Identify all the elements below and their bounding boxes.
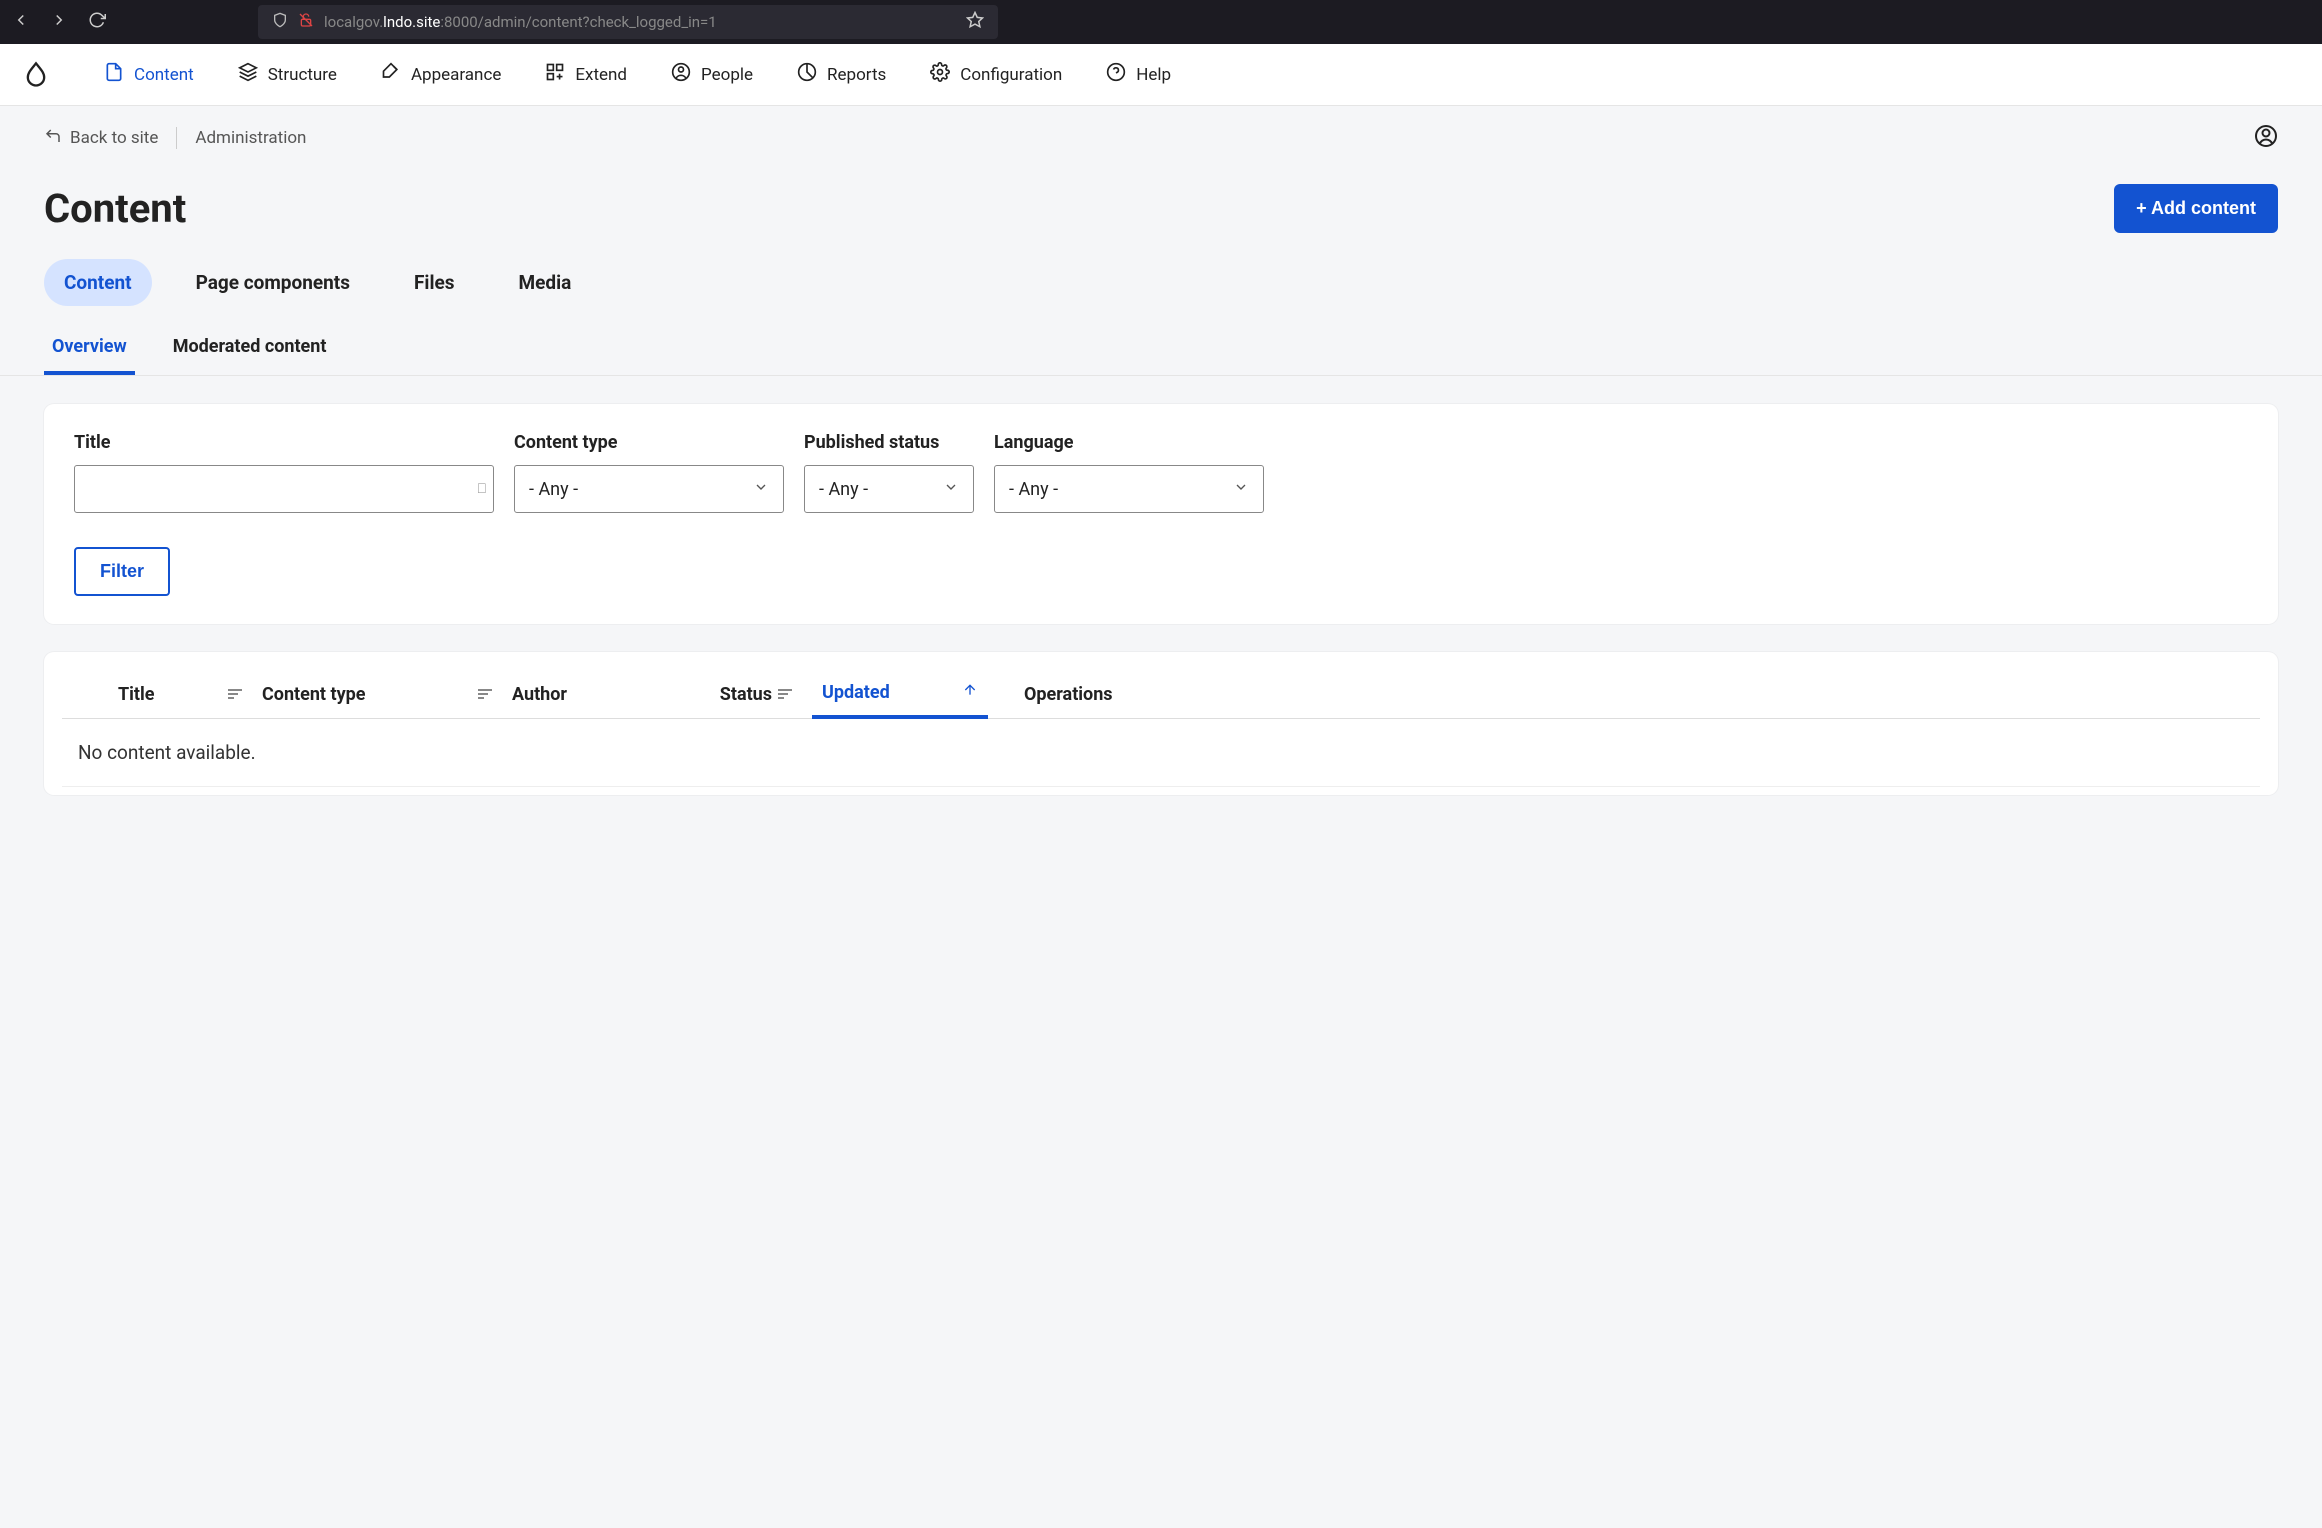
arrow-up-icon [962, 682, 978, 703]
filter-title-input[interactable] [74, 465, 494, 513]
sort-icon [778, 689, 792, 699]
content-table-card: Title Content type Author Status Updated… [44, 652, 2278, 795]
sort-icon [478, 689, 492, 699]
th-author[interactable]: Author [512, 682, 662, 706]
nav-reports[interactable]: Reports [797, 62, 886, 87]
breadcrumb-administration[interactable]: Administration [195, 128, 306, 148]
brush-icon [381, 62, 401, 87]
nav-structure-label: Structure [268, 65, 337, 85]
back-icon[interactable] [12, 11, 30, 33]
nav-structure[interactable]: Structure [238, 62, 337, 87]
th-updated[interactable]: Updated [812, 682, 988, 719]
pie-chart-icon [797, 62, 817, 87]
chevron-down-icon [943, 479, 959, 500]
nav-help[interactable]: Help [1106, 62, 1171, 87]
layers-icon [238, 62, 258, 87]
th-type-label: Content type [262, 684, 366, 705]
back-to-site-label: Back to site [70, 128, 158, 148]
lock-slash-icon [298, 12, 314, 32]
filter-language-label: Language [994, 432, 1264, 453]
page-title: Content [44, 185, 186, 232]
th-operations: Operations [988, 682, 1168, 706]
browser-nav-buttons [12, 11, 106, 33]
help-icon [1106, 62, 1126, 87]
admin-toolbar: Content Structure Appearance Extend Peop… [0, 44, 2322, 106]
filter-button[interactable]: Filter [74, 547, 170, 596]
url-bar[interactable]: localgov.lndo.site:8000/admin/content?ch… [258, 5, 998, 39]
back-to-site-link[interactable]: Back to site [44, 127, 158, 150]
nav-people-label: People [701, 65, 753, 85]
th-title-label: Title [118, 684, 155, 705]
input-handle-icon: ⎕ [478, 481, 486, 497]
page-header: Content + Add content [0, 170, 2322, 251]
filter-status: Published status - Any - [804, 432, 974, 513]
admin-nav: Content Structure Appearance Extend Peop… [104, 62, 1171, 87]
breadcrumb-divider [176, 127, 177, 149]
th-status-label: Status [720, 684, 772, 705]
add-content-button[interactable]: + Add content [2114, 184, 2278, 233]
sort-icon [228, 689, 242, 699]
nav-appearance[interactable]: Appearance [381, 62, 501, 87]
nav-configuration[interactable]: Configuration [930, 62, 1062, 87]
browser-chrome: localgov.lndo.site:8000/admin/content?ch… [0, 0, 2322, 44]
th-author-label: Author [512, 684, 567, 705]
th-operations-label: Operations [1024, 684, 1113, 705]
filter-actions: Filter [74, 547, 2248, 596]
user-icon [671, 62, 691, 87]
filter-language: Language - Any - [994, 432, 1264, 513]
subtab-overview[interactable]: Overview [44, 326, 135, 375]
filter-row: Title ⎕ Content type - Any - Published s… [74, 432, 2248, 513]
chevron-down-icon [753, 479, 769, 500]
table-header: Title Content type Author Status Updated… [62, 670, 2260, 719]
filter-card: Title ⎕ Content type - Any - Published s… [44, 404, 2278, 624]
tab-page-components[interactable]: Page components [176, 259, 370, 306]
filter-title-label: Title [74, 432, 494, 453]
back-arrow-icon [44, 127, 62, 150]
filter-status-select[interactable]: - Any - [804, 465, 974, 513]
reload-icon[interactable] [88, 11, 106, 33]
grid-plus-icon [545, 62, 565, 87]
primary-tabs: Content Page components Files Media [0, 251, 2322, 306]
filter-content-type: Content type - Any - [514, 432, 784, 513]
filter-status-label: Published status [804, 432, 974, 453]
nav-config-label: Configuration [960, 65, 1062, 85]
account-icon[interactable] [2254, 124, 2278, 152]
th-updated-label: Updated [822, 682, 890, 703]
nav-appearance-label: Appearance [411, 65, 501, 85]
file-icon [104, 62, 124, 87]
bookmark-star-icon[interactable] [966, 11, 984, 33]
tab-media[interactable]: Media [499, 259, 592, 306]
tab-files[interactable]: Files [394, 259, 475, 306]
breadcrumb-bar: Back to site Administration [0, 106, 2322, 170]
drupal-logo-icon[interactable] [22, 61, 50, 89]
shield-icon [272, 12, 288, 32]
filter-language-select[interactable]: - Any - [994, 465, 1264, 513]
nav-reports-label: Reports [827, 65, 886, 85]
nav-extend-label: Extend [575, 65, 627, 85]
secondary-tabs: Overview Moderated content [0, 306, 2322, 376]
th-content-type[interactable]: Content type [262, 682, 512, 706]
subtab-moderated[interactable]: Moderated content [165, 326, 335, 375]
chevron-down-icon [1233, 479, 1249, 500]
nav-people[interactable]: People [671, 62, 753, 87]
filter-language-value: - Any - [1009, 479, 1058, 500]
th-status[interactable]: Status [662, 682, 812, 706]
filter-status-value: - Any - [819, 479, 868, 500]
gear-icon [930, 62, 950, 87]
table-empty-message: No content available. [62, 719, 2260, 787]
filter-type-select[interactable]: - Any - [514, 465, 784, 513]
th-title[interactable]: Title [62, 682, 262, 706]
filter-title: Title ⎕ [74, 432, 494, 513]
nav-help-label: Help [1136, 65, 1171, 85]
nav-content-label: Content [134, 65, 194, 85]
nav-extend[interactable]: Extend [545, 62, 627, 87]
url-text: localgov.lndo.site:8000/admin/content?ch… [324, 13, 717, 31]
filter-type-label: Content type [514, 432, 784, 453]
forward-icon[interactable] [50, 11, 68, 33]
content-table: Title Content type Author Status Updated… [62, 670, 2260, 787]
tab-content[interactable]: Content [44, 259, 152, 306]
nav-content[interactable]: Content [104, 62, 194, 87]
filter-type-value: - Any - [529, 479, 578, 500]
